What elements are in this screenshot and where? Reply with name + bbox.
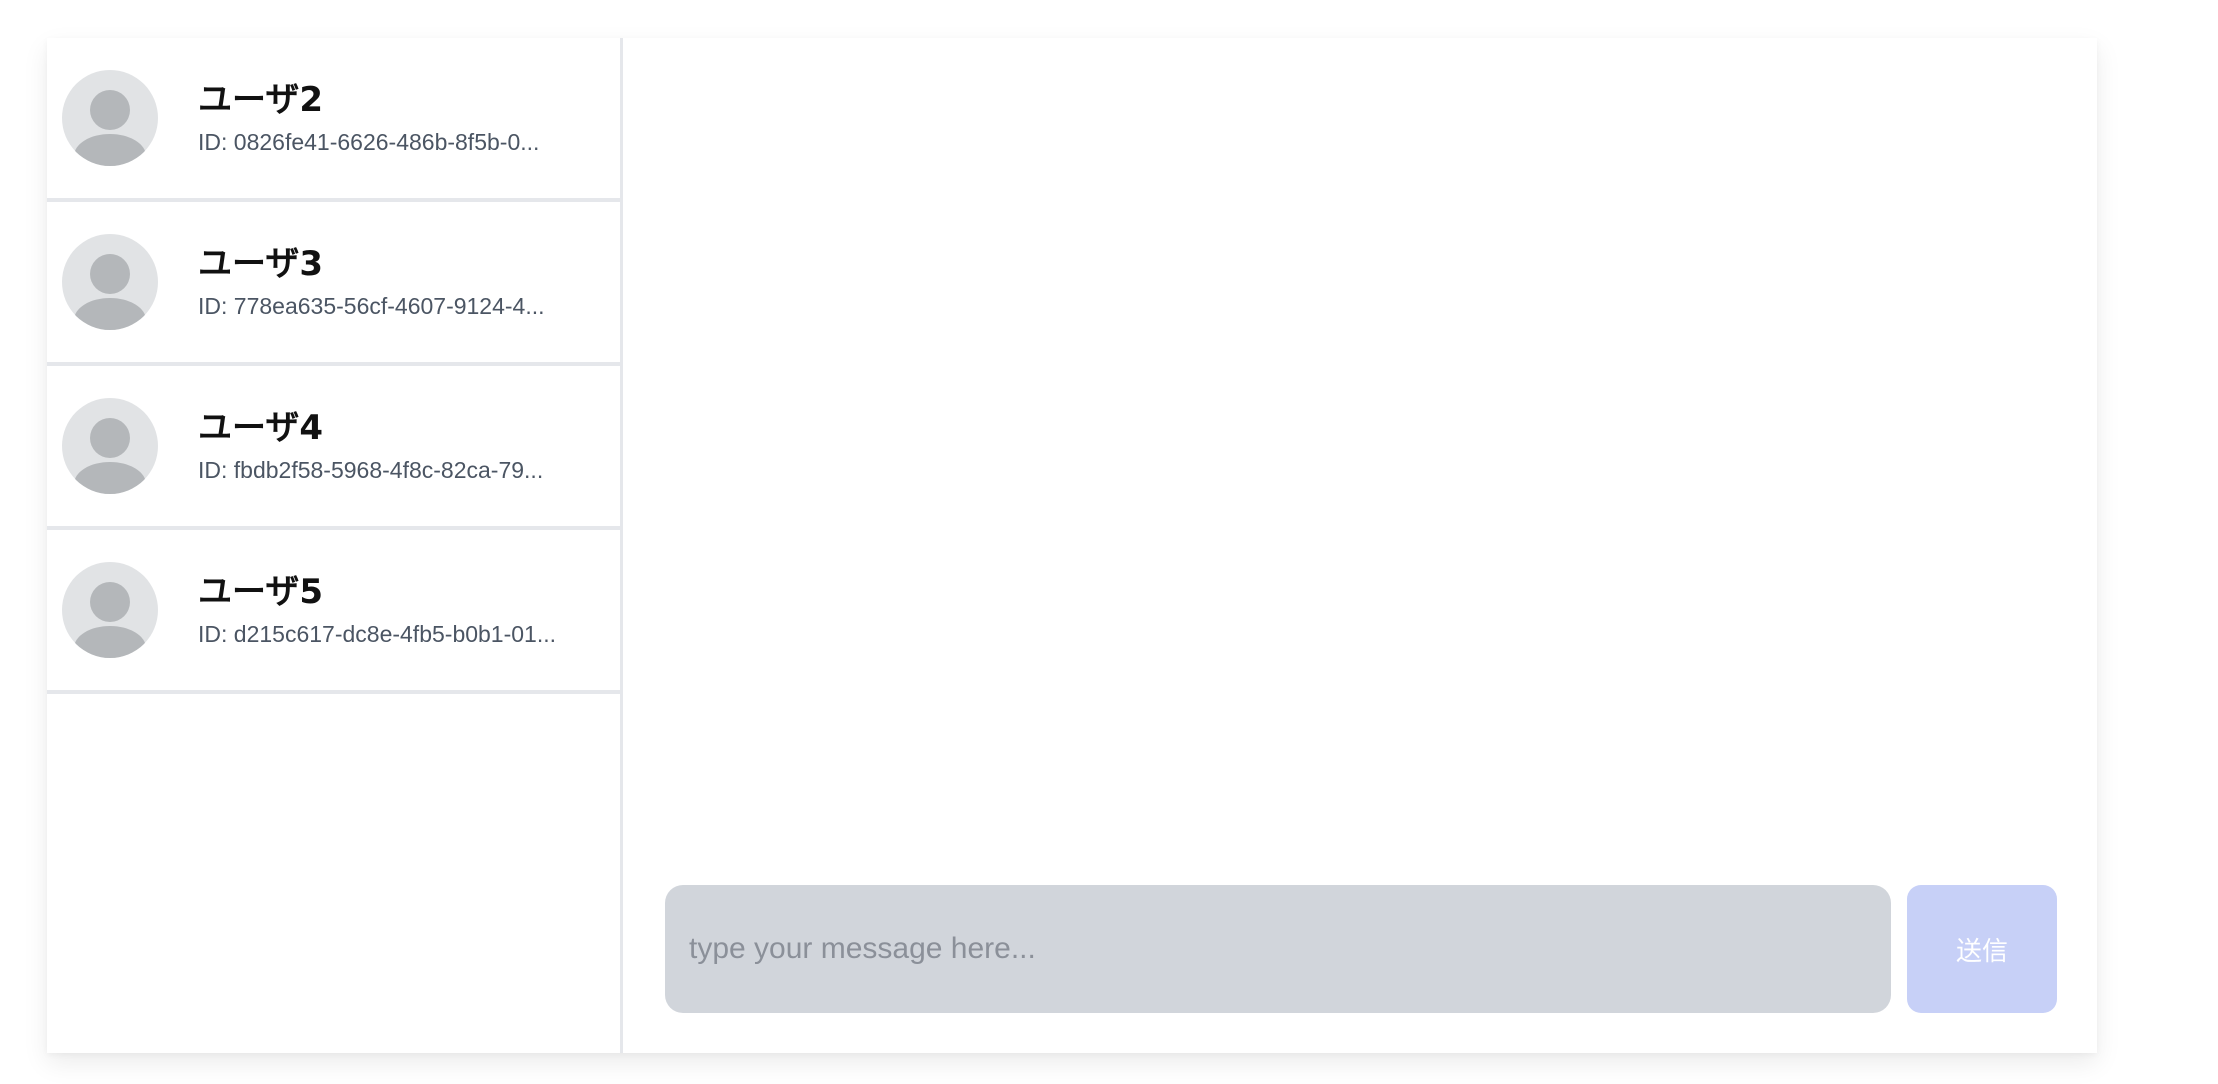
chat-main-panel: 送信 <box>623 38 2097 1053</box>
user-id: ID: 0826fe41-6626-486b-8f5b-0... <box>198 129 540 155</box>
user-list-sidebar: ユーザ2 ID: 0826fe41-6626-486b-8f5b-0... ユー… <box>47 38 623 1053</box>
user-info: ユーザ2 ID: 0826fe41-6626-486b-8f5b-0... <box>198 78 608 158</box>
user-info: ユーザ3 ID: 778ea635-56cf-4607-9124-4... <box>198 242 608 322</box>
user-id: ID: d215c617-dc8e-4fb5-b0b1-01... <box>198 621 557 647</box>
send-button[interactable]: 送信 <box>1907 885 2057 1013</box>
user-list-item[interactable]: ユーザ4 ID: fbdb2f58-5968-4f8c-82ca-79... <box>47 366 620 530</box>
user-avatar-icon <box>62 398 158 494</box>
message-composer: 送信 <box>665 885 2057 1013</box>
chat-app: ユーザ2 ID: 0826fe41-6626-486b-8f5b-0... ユー… <box>47 38 2097 1053</box>
user-avatar-icon <box>62 562 158 658</box>
user-avatar-icon <box>62 234 158 330</box>
message-input[interactable] <box>665 885 1891 1013</box>
user-name: ユーザ2 <box>198 80 323 120</box>
user-name: ユーザ3 <box>198 244 323 284</box>
user-info: ユーザ4 ID: fbdb2f58-5968-4f8c-82ca-79... <box>198 406 608 486</box>
user-list-item[interactable]: ユーザ5 ID: d215c617-dc8e-4fb5-b0b1-01... <box>47 530 620 694</box>
user-list-item[interactable]: ユーザ3 ID: 778ea635-56cf-4607-9124-4... <box>47 202 620 366</box>
user-info: ユーザ5 ID: d215c617-dc8e-4fb5-b0b1-01... <box>198 570 608 650</box>
user-name: ユーザ4 <box>198 408 323 448</box>
user-avatar-icon <box>62 70 158 166</box>
user-list-item[interactable]: ユーザ2 ID: 0826fe41-6626-486b-8f5b-0... <box>47 38 620 202</box>
user-id: ID: 778ea635-56cf-4607-9124-4... <box>198 293 545 319</box>
user-name: ユーザ5 <box>198 572 323 612</box>
user-id: ID: fbdb2f58-5968-4f8c-82ca-79... <box>198 457 544 483</box>
